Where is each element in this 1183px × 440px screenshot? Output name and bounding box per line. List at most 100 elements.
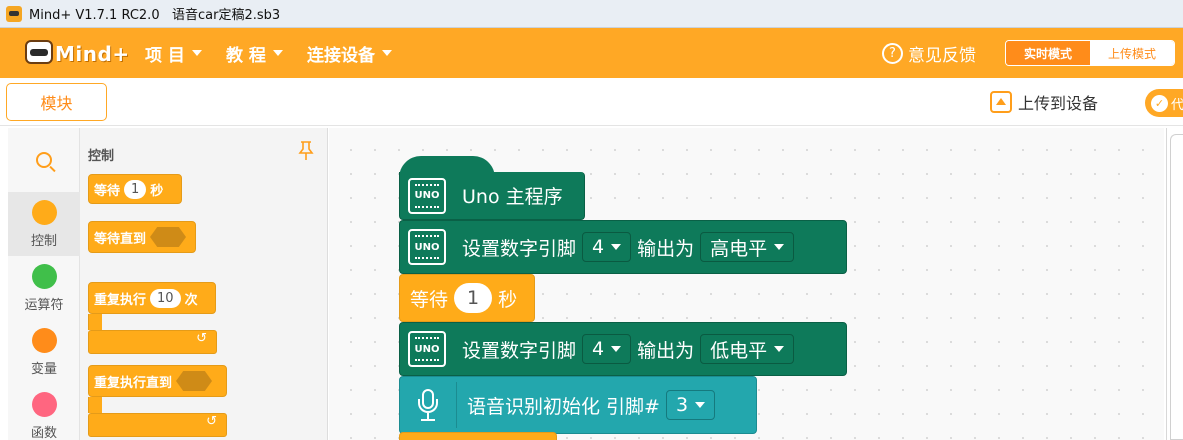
pin-value: 4 (592, 338, 605, 360)
set-digital-pin-high-block[interactable]: UNO 设置数字引脚 4 输出为 高电平 (399, 220, 847, 274)
uno-board-icon: UNO (408, 229, 446, 265)
question-icon: ? (882, 43, 903, 64)
boolean-slot[interactable] (176, 371, 213, 391)
mind-plus-logo: Mind+ (25, 36, 129, 70)
upload-mode-button[interactable]: 上传模式 (1090, 41, 1174, 65)
category-label: 变量 (30, 361, 57, 377)
palette-section-label: 控制 (88, 149, 115, 164)
menubar: Mind+ 项 目 教 程 连接设备 ? 意见反馈 实时模式 上传模式 (0, 28, 1183, 78)
block-separator (456, 382, 457, 428)
mode-switch: 实时模式 上传模式 (1005, 40, 1175, 66)
menu-tutorial-label: 教 程 (226, 45, 266, 66)
set-pin-label: 设置数字引脚 (462, 237, 577, 260)
repeat-until-arrow-icon: ↺ (206, 414, 217, 429)
uno-board-icon: UNO (408, 331, 446, 367)
wait-seconds-input[interactable]: 1 (124, 179, 147, 199)
repeat-count-input[interactable]: 10 (150, 288, 181, 308)
palette-repeat-until-block[interactable]: 重复执行直到 (88, 365, 227, 397)
level-value: 高电平 (710, 237, 768, 260)
upload-label: 上传到设备 (1018, 94, 1099, 113)
uno-board-label: UNO (414, 190, 440, 201)
check-icon: ✓ (1151, 94, 1168, 112)
category-label: 控制 (30, 233, 57, 249)
upload-to-device-button[interactable]: 上传到设备 (990, 90, 1098, 114)
uno-board-label: UNO (414, 343, 440, 355)
level-dropdown[interactable]: 低电平 (700, 334, 795, 364)
category-control[interactable]: 控制 (8, 192, 80, 256)
category-label: 函数 (30, 425, 57, 440)
logo-text: Mind+ (55, 42, 130, 66)
menu-connect-device[interactable]: 连接设备 (307, 42, 392, 66)
pin-dropdown[interactable]: 4 (582, 232, 632, 262)
window-title: Mind+ V1.7.1 RC2.0 语音car定稿2.sb3 (29, 8, 281, 23)
chevron-down-icon (272, 50, 283, 56)
uno-main-label: Uno 主程序 (462, 186, 563, 208)
chevron-down-icon (382, 50, 392, 56)
category-label: 运算符 (24, 297, 64, 313)
category-operators-dot (31, 263, 57, 289)
output-as-label: 输出为 (637, 339, 695, 362)
chevron-down-icon (695, 402, 706, 408)
mind-plus-app-icon (6, 5, 22, 22)
repeat-until-block-foot: ↺ (88, 413, 227, 437)
menu-project[interactable]: 项 目 (145, 42, 202, 66)
uno-board-label: UNO (414, 241, 440, 253)
seconds-label: 秒 (498, 288, 518, 311)
wait-seconds-block[interactable]: 等待 1 秒 (399, 274, 535, 322)
wait-seconds-input[interactable]: 1 (454, 283, 493, 313)
toolbar: 模块 上传到设备 ✓ 代 (0, 78, 1183, 126)
voice-recognition-init-block[interactable]: 语音识别初始化 引脚# 3 (399, 376, 757, 434)
category-search[interactable] (8, 128, 80, 192)
feedback-label: 意见反馈 (908, 46, 976, 66)
next-block-partial[interactable] (399, 432, 557, 440)
feedback-button[interactable]: ? 意见反馈 (882, 41, 976, 66)
microphone-icon (416, 387, 440, 423)
menu-tutorial[interactable]: 教 程 (226, 42, 283, 66)
menu-project-label: 项 目 (145, 45, 185, 66)
block-palette: 控制 等待 1 秒 等待直到 重复执行 10 次 ↺ 重复执行直到 ↺ (80, 128, 328, 440)
search-icon (36, 152, 52, 168)
output-as-label: 输出为 (637, 237, 695, 260)
category-variables[interactable]: 变量 (8, 320, 80, 384)
repeat-prefix: 重复执行 (94, 292, 147, 308)
wait-suffix: 秒 (150, 183, 164, 199)
repeat-arrow-icon: ↺ (196, 331, 207, 346)
tab-blocks[interactable]: 模块 (6, 83, 107, 121)
voice-pin-dropdown[interactable]: 3 (665, 390, 716, 420)
pin-icon[interactable] (298, 141, 314, 161)
repeat-until-label: 重复执行直到 (94, 375, 173, 391)
stage-panel-edge (1166, 128, 1183, 440)
pin-dropdown[interactable]: 4 (582, 334, 632, 364)
repeat-block-foot: ↺ (88, 330, 217, 354)
chevron-down-icon (774, 244, 785, 250)
palette-repeat-block[interactable]: 重复执行 10 次 (88, 282, 216, 314)
repeat-block-arm (88, 314, 102, 330)
realtime-mode-button[interactable]: 实时模式 (1006, 41, 1090, 65)
code-toggle-button[interactable]: ✓ 代 (1145, 89, 1183, 117)
robot-logo-icon (25, 40, 53, 64)
stage-panel-frame (1170, 134, 1183, 440)
menu-connect-label: 连接设备 (307, 45, 375, 66)
script-workspace[interactable]: UNO Uno 主程序 UNO 设置数字引脚 4 输出为 高电平 等待 1 秒 … (329, 128, 1164, 440)
boolean-slot[interactable] (150, 227, 187, 247)
wait-label: 等待 (410, 288, 449, 311)
uno-main-block[interactable]: UNO Uno 主程序 (399, 172, 585, 220)
category-operators[interactable]: 运算符 (8, 256, 80, 320)
level-dropdown[interactable]: 高电平 (700, 232, 795, 262)
palette-wait-block[interactable]: 等待 1 秒 (88, 174, 182, 204)
upload-icon (990, 91, 1012, 113)
code-label: 代 (1171, 97, 1183, 113)
category-variables-dot (31, 327, 57, 353)
chevron-down-icon (191, 50, 202, 56)
set-digital-pin-low-block[interactable]: UNO 设置数字引脚 4 输出为 低电平 (399, 322, 847, 376)
chevron-down-icon (611, 346, 622, 352)
category-functions-dot (31, 391, 57, 417)
category-menu: 控制 运算符 变量 函数 (8, 128, 80, 440)
repeat-suffix: 次 (184, 292, 198, 308)
repeat-until-block-arm (88, 397, 102, 413)
chevron-down-icon (611, 244, 622, 250)
voice-pin-value: 3 (675, 394, 689, 416)
category-control-dot (31, 199, 57, 225)
palette-wait-until-block[interactable]: 等待直到 (88, 221, 196, 253)
category-functions[interactable]: 函数 (8, 384, 80, 440)
